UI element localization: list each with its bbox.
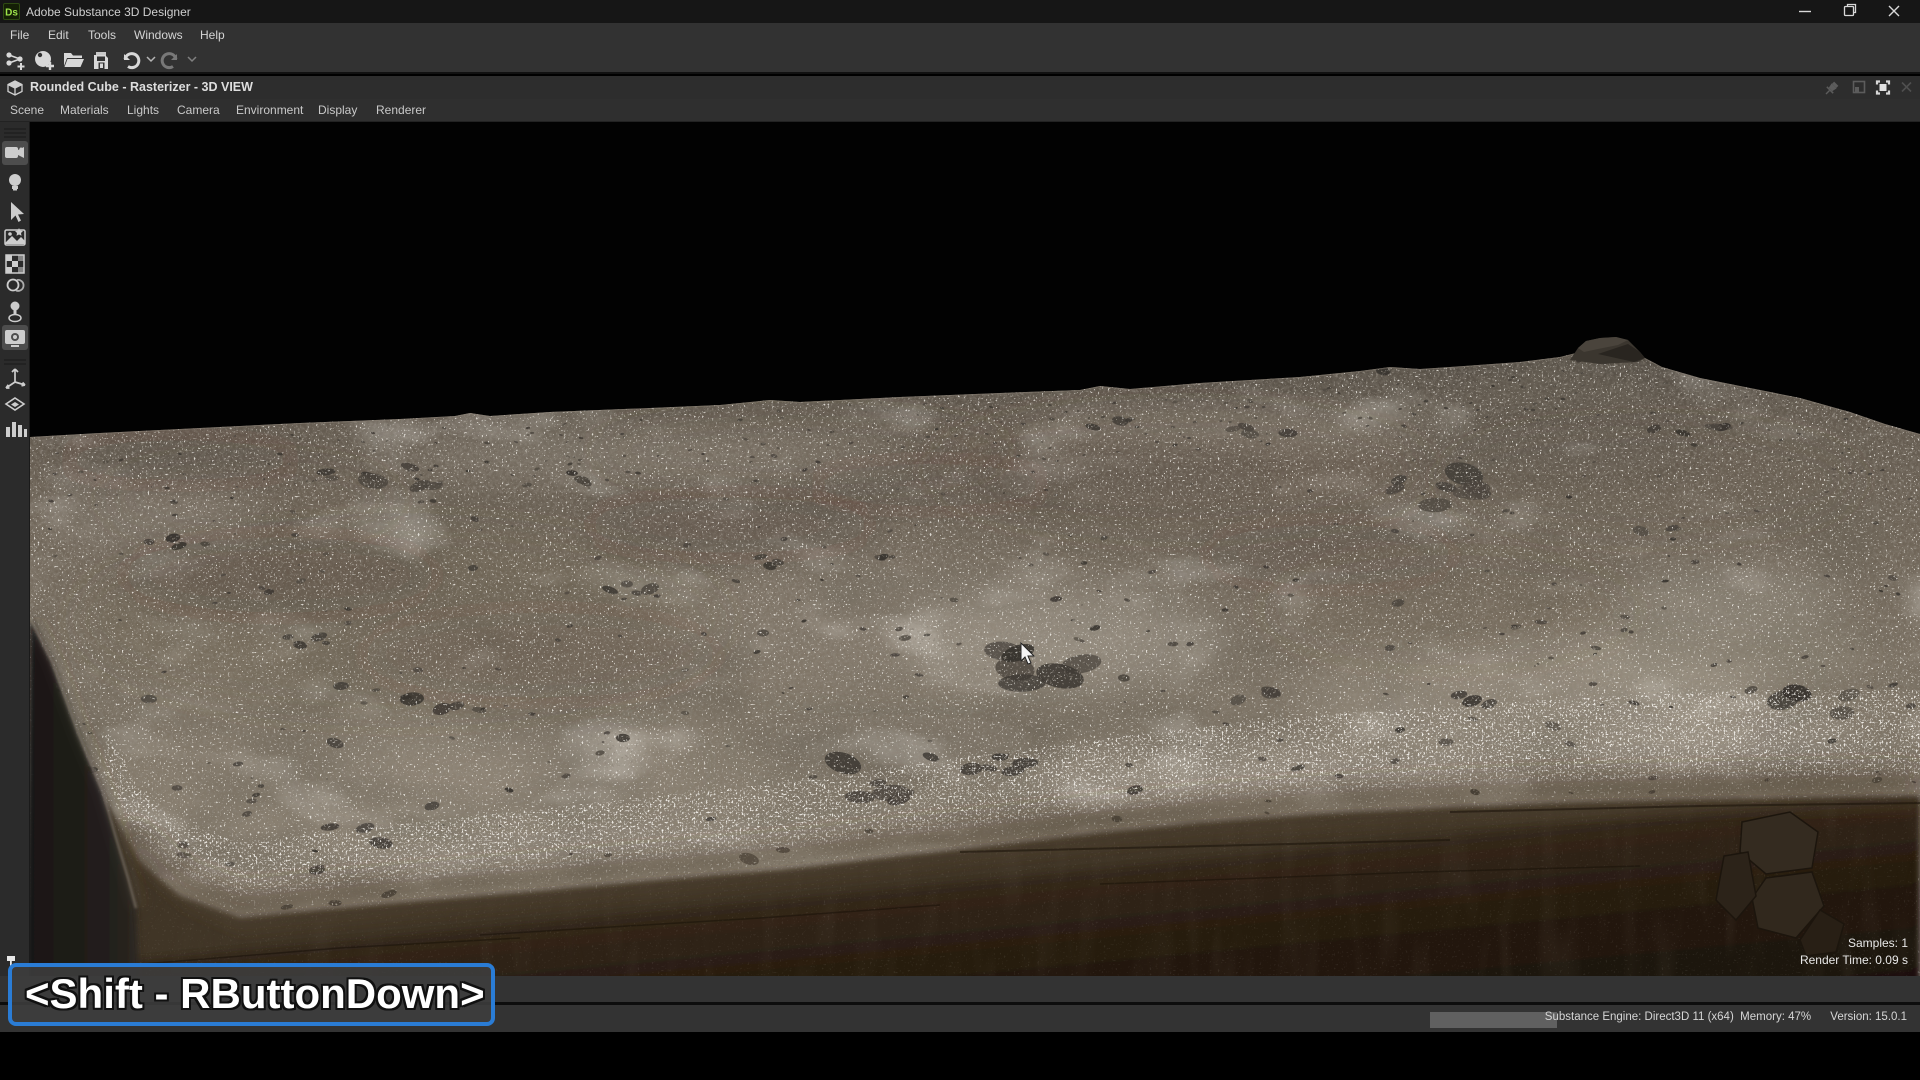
svg-text:Render Time: 0.09 s: Render Time: 0.09 s — [1800, 953, 1908, 967]
svg-text:Ds: Ds — [5, 8, 18, 19]
svg-text:Samples: 1: Samples: 1 — [1848, 936, 1908, 950]
